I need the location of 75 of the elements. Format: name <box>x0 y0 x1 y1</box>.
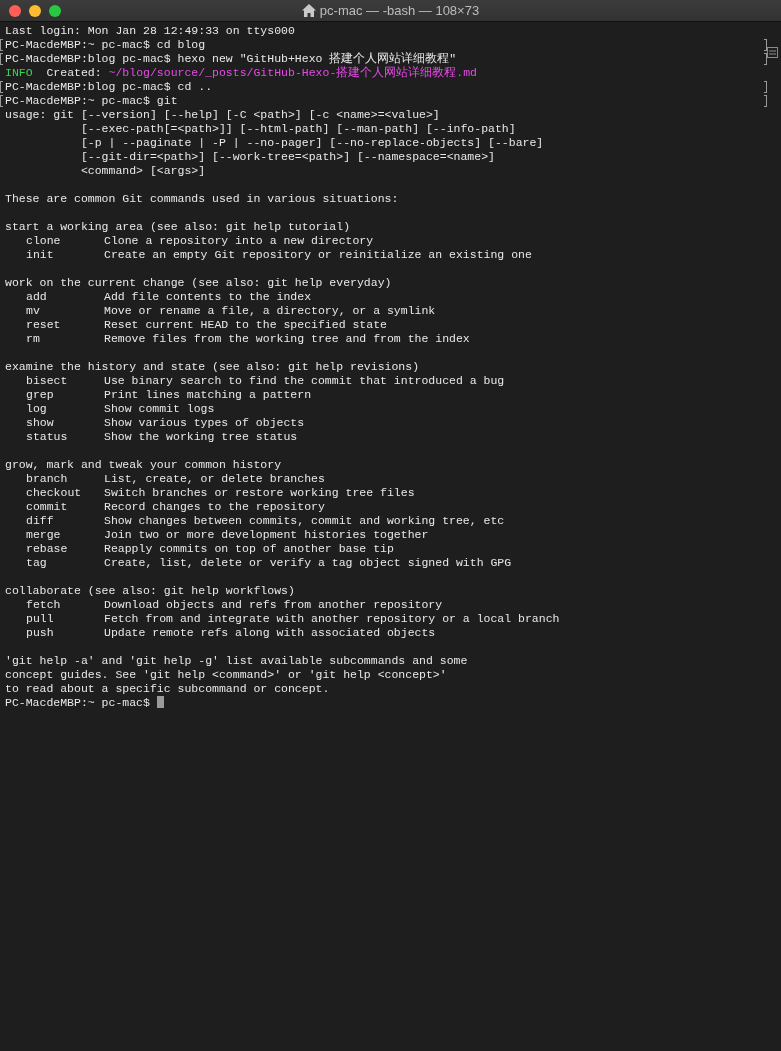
output-line: collaborate (see also: git help workflows) <box>5 584 295 597</box>
typed-command: git <box>156 94 178 107</box>
command-description: Move or rename a file, a directory, or a symlink <box>104 304 436 317</box>
output-line: to read about a specific subcommand or concept. <box>5 682 330 695</box>
typed-command: cd blog <box>156 38 206 51</box>
command-name: branch <box>25 472 69 486</box>
command-name: reset <box>25 318 62 332</box>
command-description: Show various types of objects <box>104 416 305 429</box>
command-name: grep <box>25 388 55 402</box>
shell-prompt: PC-MacdeMBP:~ pc-mac$ <box>5 696 150 709</box>
typed-command: hexo new "GitHub+Hexo 搭建个人网站详细教程" <box>177 52 457 65</box>
zoom-button[interactable] <box>49 5 61 17</box>
shell-prompt: PC-MacdeMBP:~ pc-mac$ <box>5 94 150 107</box>
output-line: <command> [<args>] <box>80 164 206 177</box>
output-line: [-p | --paginate | -P | --no-pager] [--no-replace-objects] [--bare] <box>80 136 544 149</box>
command-name: add <box>25 290 48 304</box>
output-line: 'git help -a' and 'git help -g' list available subcommands and some <box>5 654 468 667</box>
split-pane-icon[interactable] <box>767 47 778 58</box>
command-description: Remove files from the working tree and from the index <box>104 332 470 345</box>
file-path: ~/blog/source/_posts/GitHub-Hexo-搭建个人网站详细教程.md <box>108 66 477 79</box>
output-line: These are common Git commands used in various situations: <box>5 192 399 205</box>
command-description: Create, list, delete or verify a tag object signed with GPG <box>104 556 512 569</box>
close-button[interactable] <box>9 5 21 17</box>
command-name: status <box>25 430 69 444</box>
command-description: Clone a repository into a new directory <box>104 234 374 247</box>
command-description: Use binary search to find the commit that introduced a bug <box>104 374 505 387</box>
shell-prompt: PC-MacdeMBP:blog pc-mac$ <box>5 80 171 93</box>
command-description: Join two or more development histories together <box>104 528 429 541</box>
command-name: init <box>25 248 55 262</box>
command-description: Update remote refs along with associated objects <box>104 626 436 639</box>
command-name: bisect <box>25 374 69 388</box>
command-name: clone <box>25 234 62 248</box>
command-name: mv <box>25 304 41 318</box>
command-name: log <box>25 402 48 416</box>
house-icon <box>301 4 316 17</box>
command-name: diff <box>25 514 55 528</box>
command-description: Show changes between commits, commit and working tree, etc <box>104 514 505 527</box>
output-line: [--exec-path[=<path>]] [--html-path] [--man-path] [--info-path] <box>80 122 516 135</box>
command-description: Switch branches or restore working tree files <box>104 486 415 499</box>
output-line: [--git-dir=<path>] [--work-tree=<path>] [--namespace=<name>] <box>80 150 495 163</box>
command-name: rebase <box>25 542 69 556</box>
output-line: concept guides. See 'git help <command>' or 'git help <concept>' <box>5 668 447 681</box>
output-line: work on the current change (see also: git help everyday) <box>5 276 392 289</box>
command-description: Download objects and refs from another repository <box>104 598 443 611</box>
command-description: Print lines matching a pattern <box>104 388 312 401</box>
output-line: start a working area (see also: git help tutorial) <box>5 220 351 233</box>
command-description: Reset current HEAD to the specified state <box>104 318 387 331</box>
command-name: pull <box>25 612 55 626</box>
command-description: Fetch from and integrate with another repository or a local branch <box>104 612 560 625</box>
command-description: Add file contents to the index <box>104 290 312 303</box>
command-name: tag <box>25 556 48 570</box>
shell-prompt: PC-MacdeMBP:~ pc-mac$ <box>5 38 150 51</box>
command-name: commit <box>25 500 69 514</box>
command-name: push <box>25 626 55 640</box>
typed-command: cd .. <box>177 80 213 93</box>
command-description: Reapply commits on top of another base tip <box>104 542 394 555</box>
window-title: pc-mac — -bash — 108×73 <box>319 1 480 20</box>
command-description: Record changes to the repository <box>104 500 325 513</box>
log-level: INFO <box>5 66 33 79</box>
output-line: examine the history and state (see also: git help revisions) <box>5 360 420 373</box>
output-line: usage: git [--version] [--help] [-C <path>] [-c <name>=<value>] <box>5 108 440 121</box>
command-name: checkout <box>25 486 83 500</box>
shell-prompt: PC-MacdeMBP:blog pc-mac$ <box>5 52 171 65</box>
command-description: Show the working tree status <box>104 430 298 443</box>
command-description: List, create, or delete branches <box>104 472 325 485</box>
command-name: merge <box>25 528 62 542</box>
output-line: grow, mark and tweak your common history <box>5 458 282 471</box>
command-description: Create an empty Git repository or reinitialize an existing one <box>104 248 532 261</box>
command-name: show <box>25 416 55 430</box>
minimize-button[interactable] <box>29 5 41 17</box>
command-description: Show commit logs <box>104 402 215 415</box>
output-line: Last login: Mon Jan 28 12:49:33 on ttys000 <box>5 24 295 37</box>
log-message: Created: <box>46 66 102 79</box>
command-name: rm <box>25 332 41 346</box>
command-name: fetch <box>25 598 62 612</box>
